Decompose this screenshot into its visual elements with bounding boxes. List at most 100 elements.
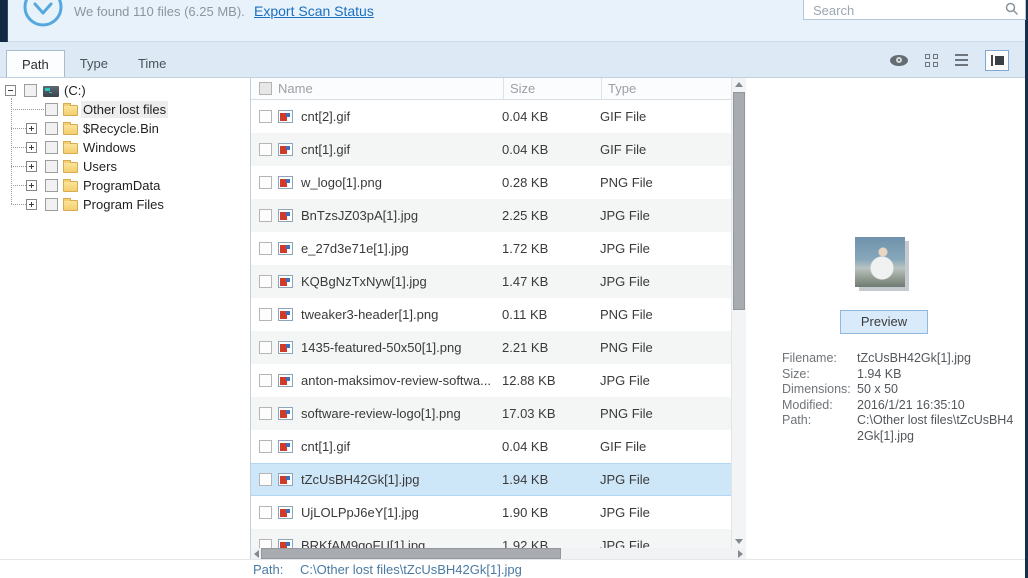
expand-icon[interactable] [26, 180, 37, 191]
file-name: tweaker3-header[1].png [301, 307, 502, 322]
scroll-up-icon[interactable] [735, 82, 743, 87]
file-type: PNG File [600, 340, 731, 355]
tab[interactable]: Path [6, 50, 65, 77]
detail-label: Path: [782, 413, 857, 444]
collapse-icon[interactable] [5, 85, 16, 96]
table-row[interactable]: KQBgNzTxNyw[1].jpg 1.47 KB JPG File [251, 265, 731, 298]
row-checkbox[interactable] [259, 341, 272, 354]
table-row[interactable]: BnTzsJZ03pA[1].jpg 2.25 KB JPG File [251, 199, 731, 232]
tree-item-label[interactable]: Other lost files [81, 101, 168, 118]
table-row[interactable]: e_27d3e71e[1].jpg 1.72 KB JPG File [251, 232, 731, 265]
row-checkbox[interactable] [259, 110, 272, 123]
tree-item-label[interactable]: (C:) [64, 82, 86, 99]
preview-button[interactable]: Preview [840, 310, 928, 334]
table-row[interactable]: tweaker3-header[1].png 0.11 KB PNG File [251, 298, 731, 331]
detail-value: C:\Other lost files\tZcUsBH42Gk[1].jpg [857, 413, 1020, 444]
table-row[interactable]: cnt[1].gif 0.04 KB GIF File [251, 133, 731, 166]
tree-item-label[interactable]: Program Files [83, 196, 164, 213]
export-scan-status-link[interactable]: Export Scan Status [254, 3, 374, 19]
search-input[interactable]: Search [803, 0, 1026, 20]
file-size: 0.11 KB [502, 307, 600, 322]
file-name: cnt[2].gif [301, 109, 502, 124]
file-name: KQBgNzTxNyw[1].jpg [301, 274, 502, 289]
preview-eye-icon[interactable] [890, 55, 908, 66]
select-all-checkbox[interactable] [259, 82, 272, 95]
search-icon[interactable] [1005, 2, 1019, 19]
tree-item-drive-c[interactable]: (C:) [0, 81, 249, 100]
tree-item-label[interactable]: Windows [83, 139, 136, 156]
status-bar: Path: C:\Other lost files\tZcUsBH42Gk[1]… [0, 559, 1025, 578]
row-checkbox[interactable] [259, 308, 272, 321]
image-file-icon [278, 308, 293, 321]
row-checkbox[interactable] [259, 209, 272, 222]
table-row[interactable]: w_logo[1].png 0.28 KB PNG File [251, 166, 731, 199]
folder-tree-panel: (C:) Other lost files $Recycle.Bin Windo [0, 78, 251, 559]
tree-item[interactable]: Users [0, 157, 249, 176]
tab[interactable]: Type [65, 50, 123, 77]
row-checkbox[interactable] [259, 407, 272, 420]
tree-item[interactable]: Other lost files [0, 100, 249, 119]
tree-checkbox[interactable] [45, 160, 58, 173]
tree-item[interactable]: $Recycle.Bin [0, 119, 249, 138]
row-checkbox[interactable] [259, 143, 272, 156]
expand-icon[interactable] [26, 123, 37, 134]
table-row[interactable]: UjLOLPpJ6eY[1].jpg 1.90 KB JPG File [251, 496, 731, 529]
row-checkbox[interactable] [259, 242, 272, 255]
file-type: JPG File [600, 538, 731, 548]
file-size: 1.90 KB [502, 505, 600, 520]
table-row[interactable]: 1435-featured-50x50[1].png 2.21 KB PNG F… [251, 331, 731, 364]
tree-item[interactable]: ProgramData [0, 176, 249, 195]
tree-checkbox[interactable] [45, 122, 58, 135]
table-row[interactable]: tZcUsBH42Gk[1].jpg 1.94 KB JPG File [251, 463, 731, 496]
row-checkbox[interactable] [259, 473, 272, 486]
image-file-icon [278, 539, 293, 548]
table-row[interactable]: cnt[1].gif 0.04 KB GIF File [251, 430, 731, 463]
tree-checkbox[interactable] [45, 103, 58, 116]
image-file-icon [278, 209, 293, 222]
preview-panel-toggle-icon[interactable] [985, 50, 1009, 71]
expand-icon[interactable] [26, 142, 37, 153]
table-row[interactable]: BRKfAM9qoFU[1].jpg 1.92 KB JPG File [251, 529, 731, 548]
list-view-icon[interactable] [955, 54, 968, 66]
expand-icon[interactable] [26, 161, 37, 172]
horizontal-scrollbar-thumb[interactable] [261, 548, 561, 559]
file-size: 0.28 KB [502, 175, 600, 190]
column-header-type[interactable]: Type [601, 78, 731, 99]
tree-checkbox[interactable] [45, 141, 58, 154]
grid-view-icon[interactable] [925, 54, 938, 67]
table-row[interactable]: cnt[2].gif 0.04 KB GIF File [251, 100, 731, 133]
column-header-name[interactable]: Name [278, 81, 503, 96]
drive-icon [43, 86, 59, 97]
row-checkbox[interactable] [259, 176, 272, 189]
row-checkbox[interactable] [259, 275, 272, 288]
row-checkbox[interactable] [259, 539, 272, 548]
file-size: 1.47 KB [502, 274, 600, 289]
image-file-icon [278, 374, 293, 387]
scroll-down-icon[interactable] [735, 539, 743, 544]
tree-item[interactable]: Program Files [0, 195, 249, 214]
tree-checkbox[interactable] [45, 198, 58, 211]
tree-checkbox[interactable] [45, 179, 58, 192]
tab[interactable]: Time [123, 50, 181, 77]
file-type: GIF File [600, 142, 731, 157]
file-type: PNG File [600, 406, 731, 421]
scroll-left-icon[interactable] [254, 550, 259, 558]
vertical-scrollbar-thumb[interactable] [733, 92, 745, 310]
row-checkbox[interactable] [259, 374, 272, 387]
scan-result-text: We found 110 files (6.25 MB). [74, 4, 245, 19]
tree-checkbox[interactable] [24, 84, 37, 97]
tree-item[interactable]: Windows [0, 138, 249, 157]
expand-icon[interactable] [26, 199, 37, 210]
horizontal-scrollbar[interactable] [251, 548, 746, 559]
tree-item-label[interactable]: Users [83, 158, 117, 175]
tree-item-label[interactable]: $Recycle.Bin [83, 120, 159, 137]
column-header-size[interactable]: Size [503, 78, 601, 99]
tree-item-label[interactable]: ProgramData [83, 177, 160, 194]
row-checkbox[interactable] [259, 440, 272, 453]
table-row[interactable]: software-review-logo[1].png 17.03 KB PNG… [251, 397, 731, 430]
table-row[interactable]: anton-maksimov-review-softwa... 12.88 KB… [251, 364, 731, 397]
vertical-scrollbar[interactable] [731, 78, 746, 548]
row-checkbox[interactable] [259, 506, 272, 519]
scroll-right-icon[interactable] [738, 550, 743, 558]
scan-complete-icon [22, 0, 64, 31]
